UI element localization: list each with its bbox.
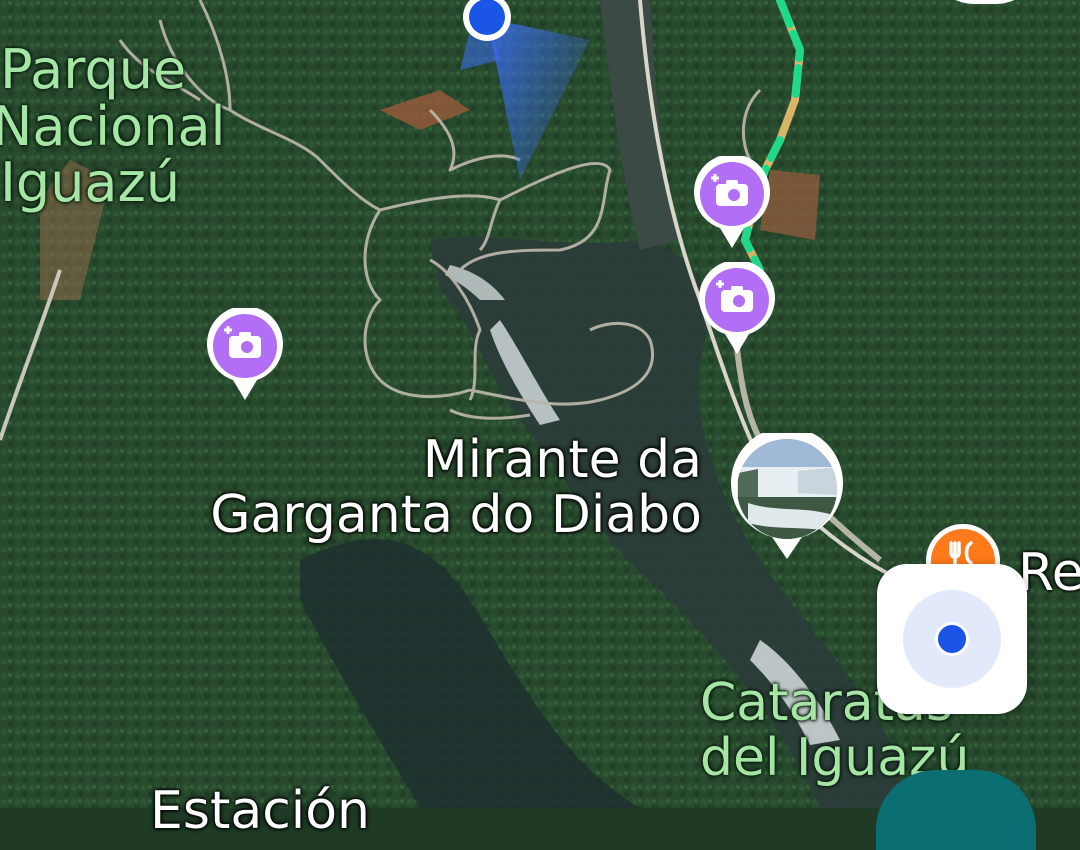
add-photo-pin[interactable]: [205, 308, 285, 404]
camera-plus-icon: [207, 308, 283, 400]
waterfall-photo: [731, 433, 843, 559]
camera-plus-icon: [699, 262, 775, 354]
park-name-line-2: Nacional: [0, 94, 226, 158]
viewpoint-label[interactable]: Mirante da Garganta do Diabo: [210, 433, 702, 542]
add-photo-pin[interactable]: [692, 156, 772, 252]
park-name-label: Parque Nacional Iguazú: [0, 38, 226, 215]
viewpoint-photo-pin[interactable]: [728, 433, 846, 563]
restaurant-label[interactable]: Re: [1018, 546, 1080, 601]
add-photo-pin[interactable]: [697, 262, 777, 358]
viewpoint-line-2: Garganta do Diabo: [210, 484, 702, 545]
my-location-icon: [903, 590, 1001, 688]
bottom-place-label: Estación: [150, 781, 371, 841]
my-location-button[interactable]: [877, 564, 1027, 714]
viewpoint-line-1: Mirante da: [422, 430, 702, 490]
camera-plus-icon: [694, 156, 770, 248]
park-name-line-1: Parque: [0, 38, 187, 101]
directions-button[interactable]: [876, 770, 1036, 850]
location-dot: [935, 622, 969, 656]
park-name-line-3: Iguazú: [0, 151, 181, 215]
